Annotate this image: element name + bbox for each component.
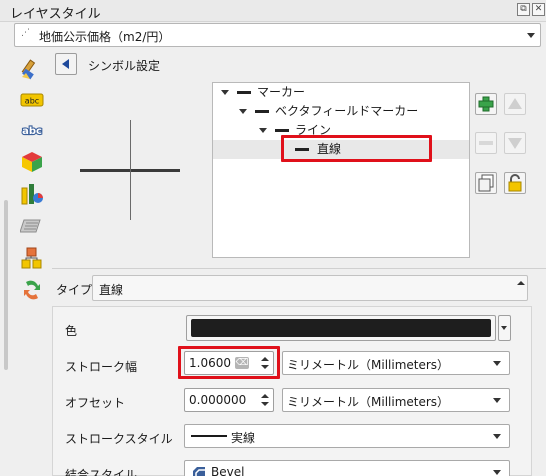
- float-icon[interactable]: ⧉: [517, 3, 530, 16]
- scroll-up-icon: [517, 281, 525, 285]
- highlight-stroke-width: [178, 346, 280, 379]
- preview-line-vertical: [130, 120, 131, 220]
- svg-text:abc: abc: [25, 97, 39, 106]
- lock-layer-button[interactable]: [504, 172, 526, 194]
- color-button[interactable]: [186, 315, 496, 341]
- tree-item-vector-field-marker[interactable]: ベクタフィールドマーカー: [213, 102, 469, 121]
- tab-rendering-icon[interactable]: [18, 244, 46, 272]
- lock-icon: [508, 174, 522, 192]
- type-label: タイプ: [56, 283, 93, 297]
- chevron-down-icon: [493, 470, 501, 475]
- line-symbol-icon: [237, 91, 251, 94]
- join-style-label: 結合スタイル: [65, 468, 138, 476]
- back-button[interactable]: [55, 53, 77, 75]
- spin-up-icon[interactable]: [261, 394, 269, 398]
- plus-icon: [478, 96, 494, 112]
- type-value: 直線: [99, 283, 124, 297]
- duplicate-icon: [478, 174, 494, 192]
- spin-down-icon[interactable]: [261, 402, 269, 406]
- left-scrollbar[interactable]: [4, 200, 8, 370]
- line-symbol-icon: [275, 129, 289, 132]
- add-layer-button[interactable]: [475, 93, 497, 115]
- offset-value: 0.000000: [189, 393, 247, 407]
- expand-icon: [259, 128, 267, 133]
- tab-actions-icon[interactable]: [18, 276, 46, 304]
- tab-masks-icon[interactable]: abc abc: [18, 116, 46, 144]
- tree-item-marker[interactable]: マーカー: [213, 83, 469, 102]
- offset-input[interactable]: 0.000000: [184, 388, 274, 412]
- close-icon[interactable]: ✕: [532, 3, 545, 16]
- join-style-value: Bevel: [211, 465, 245, 476]
- move-up-button[interactable]: [504, 93, 526, 115]
- join-style-select[interactable]: Bevel: [184, 460, 510, 476]
- svg-text:abc: abc: [22, 126, 42, 137]
- remove-layer-button[interactable]: [475, 132, 497, 154]
- symbol-layer-type-select[interactable]: 直線: [92, 275, 528, 301]
- arrow-left-icon: [62, 59, 69, 69]
- chevron-down-icon: [527, 33, 535, 38]
- expand-icon: [221, 90, 229, 95]
- chevron-down-icon: [493, 434, 501, 439]
- layer-name: 地価公示価格（m2/円）: [39, 30, 171, 44]
- tree-item-label: ベクタフィールドマーカー: [275, 104, 419, 118]
- solid-line-icon: [191, 435, 227, 437]
- window-title: レイヤスタイル: [10, 7, 101, 22]
- color-swatch: [191, 319, 491, 337]
- point-layer-icon: ⋰: [21, 28, 30, 38]
- section-divider: [52, 268, 546, 269]
- line-symbol-icon: [255, 110, 269, 113]
- minus-icon: [479, 141, 493, 145]
- title-bar: レイヤスタイル ⧉ ✕: [0, 0, 546, 22]
- tab-labels-icon[interactable]: abc: [18, 86, 46, 114]
- expand-icon: [239, 109, 247, 114]
- bevel-join-icon: [193, 467, 205, 476]
- tab-diagrams-icon[interactable]: [18, 180, 46, 208]
- arrow-down-icon: [508, 138, 522, 149]
- color-label: 色: [65, 324, 78, 338]
- layer-select[interactable]: ⋰ 地価公示価格（m2/円）: [14, 23, 541, 47]
- stroke-width-unit: ミリメートル（Millimeters）: [287, 358, 450, 372]
- color-menu-button[interactable]: [498, 315, 511, 341]
- offset-label: オフセット: [65, 396, 126, 410]
- chevron-down-icon: [501, 326, 507, 330]
- highlight-selected-layer: [281, 135, 432, 162]
- tree-item-label: マーカー: [257, 85, 306, 99]
- right-scrollbar[interactable]: [514, 272, 528, 296]
- stroke-style-label: ストロークスタイル: [65, 432, 173, 446]
- tab-3d-view-icon[interactable]: [18, 148, 46, 176]
- stroke-style-select[interactable]: 実線: [184, 424, 510, 448]
- arrow-up-icon: [508, 98, 522, 109]
- duplicate-layer-button[interactable]: [475, 172, 497, 194]
- symbol-settings-title: シンボル設定: [88, 59, 161, 73]
- move-down-button[interactable]: [504, 132, 526, 154]
- stroke-width-label: ストローク幅: [65, 360, 138, 374]
- stroke-width-unit-select[interactable]: ミリメートル（Millimeters）: [282, 351, 510, 375]
- tab-symbology-icon[interactable]: [18, 55, 46, 83]
- symbol-preview: [56, 82, 206, 262]
- stroke-style-value: 実線: [231, 431, 256, 445]
- chevron-down-icon: [493, 361, 501, 366]
- offset-unit: ミリメートル（Millimeters）: [287, 395, 450, 409]
- offset-unit-select[interactable]: ミリメートル（Millimeters）: [282, 388, 510, 412]
- symbol-layer-tree: マーカー ベクタフィールドマーカー ライン 直線: [212, 82, 470, 258]
- tab-fields-icon[interactable]: [18, 212, 46, 240]
- chevron-down-icon: [493, 398, 501, 403]
